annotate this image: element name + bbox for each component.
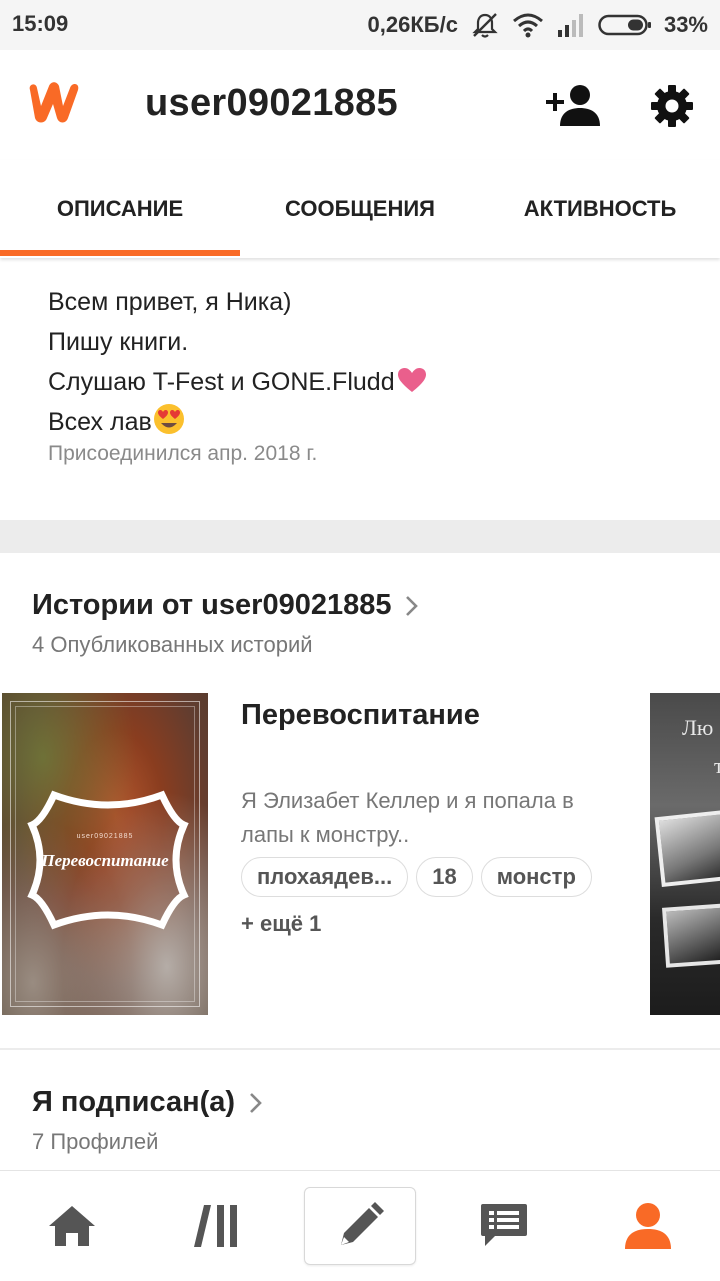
username: user09021885 <box>145 82 398 124</box>
nav-library[interactable] <box>144 1171 288 1281</box>
profile-tabs: ОПИСАНИЕ СООБЩЕНИЯ АКТИВНОСТЬ <box>0 160 720 258</box>
bio-line: Пишу книги. <box>48 328 189 356</box>
stories-section: Истории от user09021885 4 Опубликованных… <box>0 553 720 1053</box>
profile-header: user09021885 <box>0 50 720 160</box>
profile-icon <box>625 1203 671 1249</box>
active-tab-indicator <box>0 250 240 256</box>
library-icon <box>194 1205 237 1247</box>
tab-messages[interactable]: СООБЩЕНИЯ <box>240 160 480 258</box>
joined-date: Присоединился апр. 2018 г. <box>48 442 318 465</box>
following-title: Я подписан(а) <box>32 1086 236 1118</box>
next-cover-text: Лю <box>682 715 714 740</box>
battery-icon <box>598 14 651 36</box>
bio-line-with-heart: Слушаю T-Fest и GONE.Fludd <box>48 362 427 402</box>
bottom-navigation <box>0 1170 720 1280</box>
tab-description[interactable]: ОПИСАНИЕ <box>0 160 240 258</box>
tag-list: плохаядев... 18 монстр <box>241 857 592 897</box>
nav-profile[interactable] <box>576 1171 720 1281</box>
signal-icon <box>557 14 583 37</box>
network-speed: 0,26КБ/с <box>367 12 458 37</box>
stories-count: 4 Опубликованных историй <box>32 632 313 657</box>
wattpad-logo[interactable] <box>24 80 88 126</box>
tab-activity[interactable]: АКТИВНОСТЬ <box>480 160 720 258</box>
heart-emoji-icon <box>397 368 426 392</box>
section-divider <box>0 520 720 553</box>
tag[interactable]: 18 <box>416 857 473 897</box>
bio-line-with-emoji: Всех лав <box>48 402 427 442</box>
more-tags[interactable]: + ещё 1 <box>241 911 321 937</box>
heart-eyes-emoji-icon <box>153 404 184 434</box>
book-cover[interactable]: user09021885 Перевоспитание <box>2 693 208 1015</box>
messages-icon <box>481 1204 527 1246</box>
bio-line: Слушаю T-Fest и GONE.Fludd <box>48 368 395 396</box>
bio: Всем привет, я Ника) Пишу книги. Слушаю … <box>48 282 427 442</box>
nav-home[interactable] <box>0 1171 144 1281</box>
book-title[interactable]: Перевоспитание <box>241 699 480 732</box>
mute-icon <box>472 13 498 38</box>
profile-description: Всем привет, я Ника) Пишу книги. Слушаю … <box>0 258 720 520</box>
cover-author: user09021885 <box>76 833 134 840</box>
home-icon <box>49 1206 95 1246</box>
bio-line: Всех лав <box>48 408 152 436</box>
stories-heading[interactable]: Истории от user09021885 <box>32 589 419 622</box>
cover-title: Перевоспитание <box>41 851 169 870</box>
status-right: 0,26КБ/с 33% <box>368 11 708 39</box>
tag[interactable]: монстр <box>480 857 592 897</box>
battery-percent: 33% <box>663 12 708 37</box>
status-time: 15:09 <box>12 11 69 36</box>
tag[interactable]: плохаядев... <box>241 857 409 897</box>
stories-title: Истории от user09021885 <box>32 589 392 621</box>
following-count: 7 Профилей <box>32 1129 159 1154</box>
chevron-right-icon <box>250 1092 262 1113</box>
book-description: Я Элизабет Келлер и я попала в лапы к мо… <box>241 788 574 847</box>
following-section: Я подписан(а) 7 Профилей <box>0 1050 720 1170</box>
add-user-icon[interactable] <box>544 82 602 128</box>
gear-icon[interactable] <box>650 84 694 128</box>
nav-messages[interactable] <box>432 1171 576 1281</box>
book-cover-next[interactable]: Лю т <box>650 693 720 1015</box>
pencil-icon <box>341 1202 384 1245</box>
chevron-right-icon <box>406 595 419 616</box>
nav-write[interactable] <box>288 1171 432 1281</box>
status-bar: 15:09 0,26КБ/с 33% <box>0 0 720 50</box>
write-button[interactable] <box>304 1187 416 1265</box>
following-heading[interactable]: Я подписан(а) <box>32 1086 263 1119</box>
wifi-icon <box>512 13 543 38</box>
bio-line: Всем привет, я Ника) <box>48 288 292 316</box>
next-cover-text: т <box>714 753 720 778</box>
